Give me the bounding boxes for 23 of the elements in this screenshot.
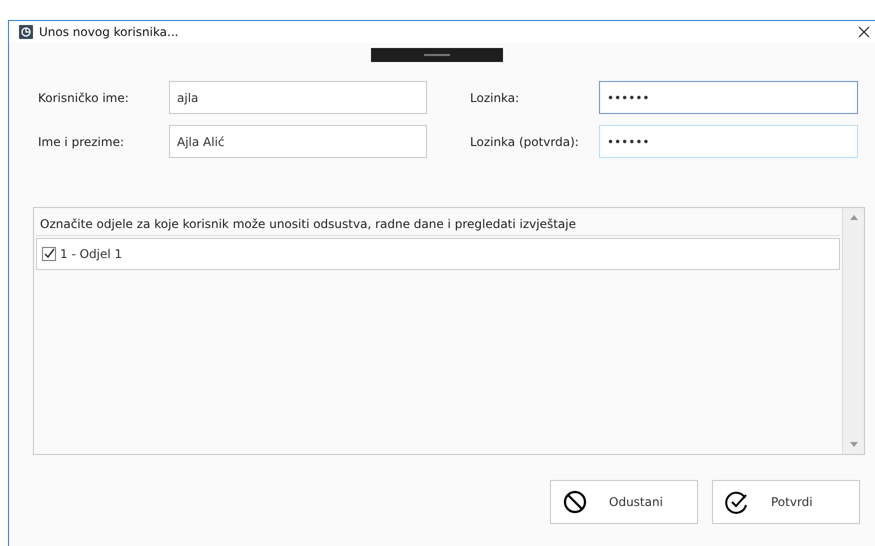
field-label: Lozinka: bbox=[470, 90, 520, 104]
app-icon bbox=[19, 25, 33, 39]
window-title: Unos novog korisnika... bbox=[39, 25, 180, 39]
field-label: Korisničko ime: bbox=[38, 90, 130, 104]
prohibited-icon bbox=[563, 490, 587, 514]
scroll-down-icon[interactable] bbox=[850, 442, 858, 447]
checkbox[interactable] bbox=[42, 247, 56, 261]
drag-handle[interactable] bbox=[371, 48, 503, 62]
field-label: Ime i prezime: bbox=[38, 134, 125, 148]
scroll-up-icon[interactable] bbox=[850, 215, 858, 220]
input-field[interactable]: •••••• bbox=[599, 125, 858, 158]
confirm-button[interactable]: Potvrdi bbox=[712, 480, 860, 524]
close-icon[interactable] bbox=[858, 26, 870, 38]
list-item[interactable]: 1 - Odjel 1 bbox=[36, 238, 840, 270]
input-field[interactable]: Ajla Alić bbox=[169, 125, 427, 158]
list-header: Označite odjele za koje korisnik može unositi odsustva, radne dane i pregledati izvještaje bbox=[36, 208, 840, 236]
field-label: Lozinka (potvrda): bbox=[470, 134, 580, 148]
input-field[interactable]: ajla bbox=[169, 81, 427, 114]
scrollbar[interactable] bbox=[842, 208, 864, 454]
item-label: 1 - Odjel 1 bbox=[60, 247, 122, 261]
input-field[interactable]: •••••• bbox=[599, 81, 858, 114]
cancel-button[interactable]: Odustani bbox=[550, 480, 698, 524]
check-circle-icon bbox=[725, 490, 749, 514]
